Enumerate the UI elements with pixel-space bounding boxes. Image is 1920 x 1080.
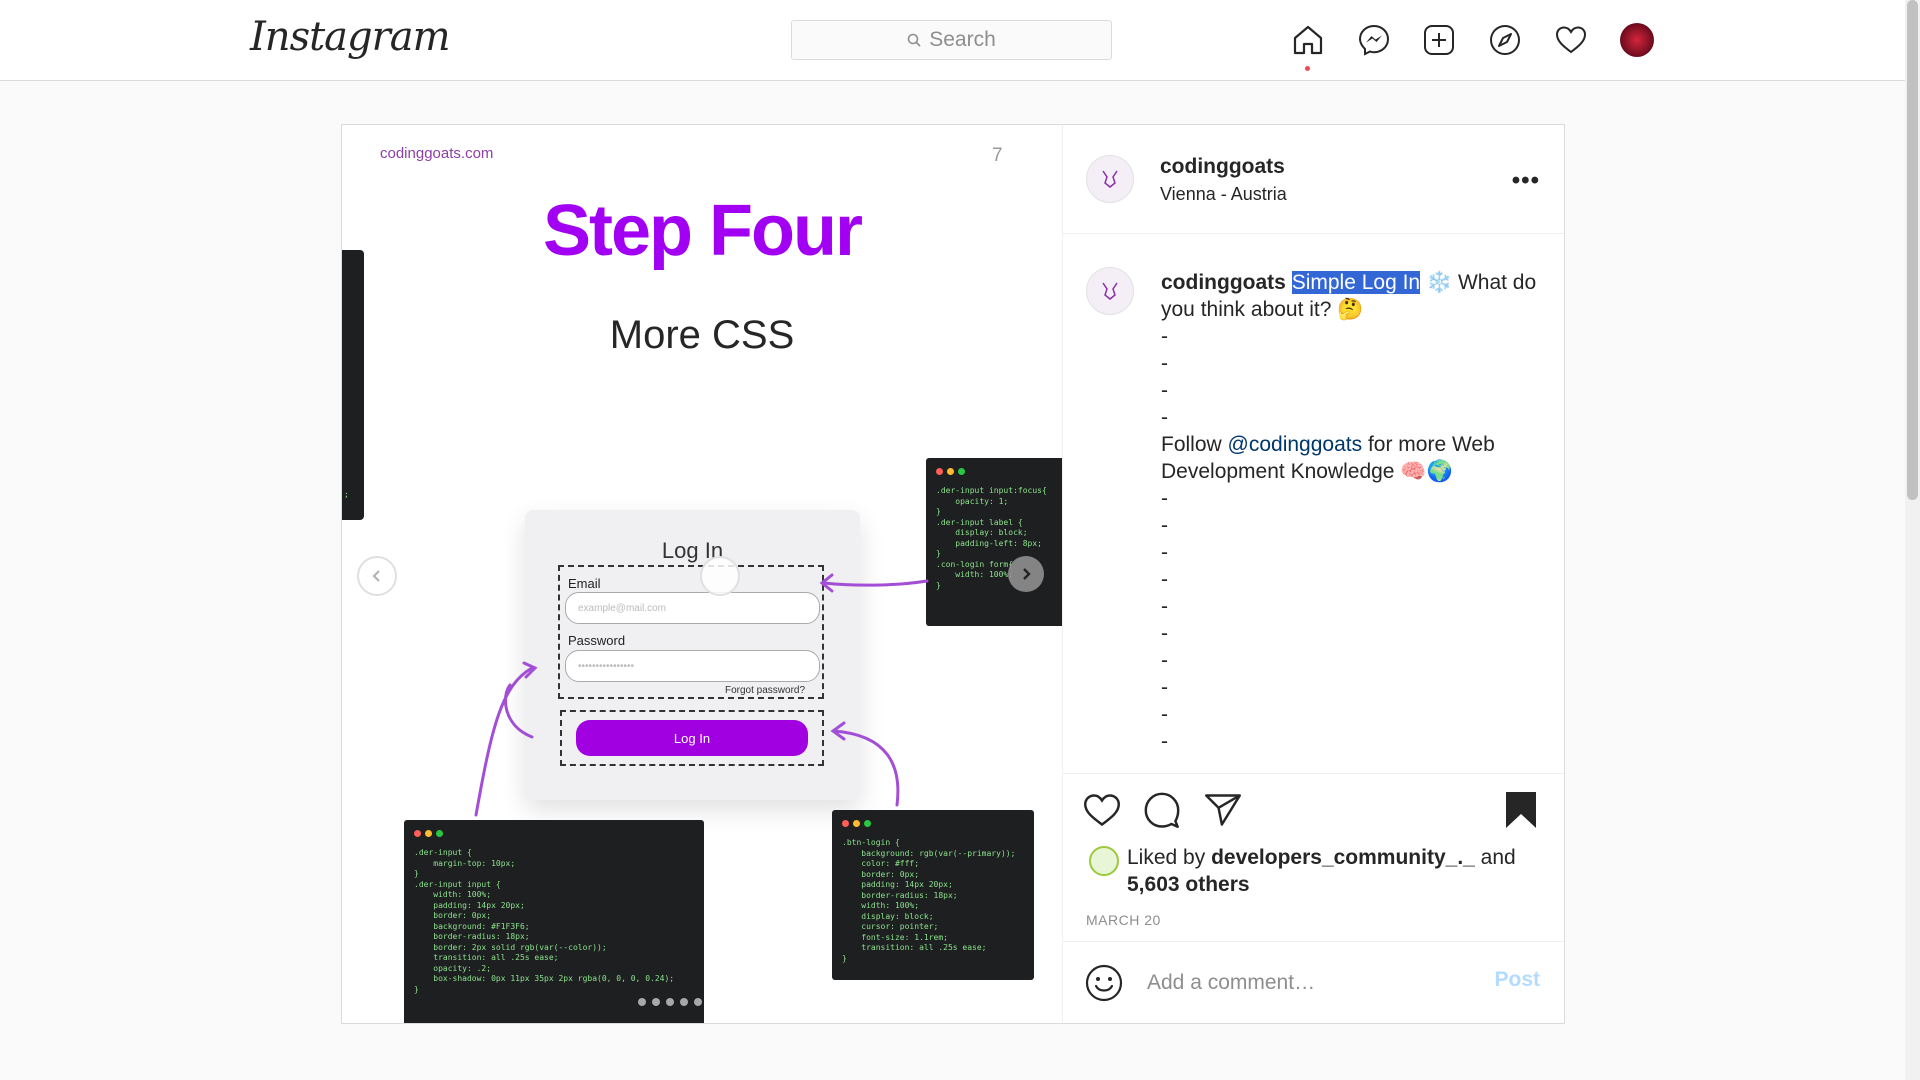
like-button[interactable] [1082,790,1122,830]
author-avatar[interactable] [1086,155,1134,203]
chevron-right-icon [1023,568,1031,580]
code-text: .der-input { margin-top: 10px; } .der-in… [414,848,675,994]
code-snippet-bottom-right: .btn-login { background: rgb(var(--prima… [832,810,1034,980]
chevron-left-icon [546,569,560,583]
caption-separator: - [1161,352,1168,375]
caption-author-avatar[interactable] [1086,267,1134,315]
post-caption: codinggoats Simple Log In ❄️ What do you… [1161,269,1541,755]
caption-separator: - [1161,406,1168,429]
caption-follow-line: Follow @codinggoats for more Web Develop… [1161,431,1541,485]
scrollbar-thumb[interactable] [1907,0,1918,500]
next-image-button[interactable] [1008,556,1044,592]
caption-separator: - [1161,595,1168,618]
heart-icon [1084,794,1120,827]
snowflake-emoji: ❄️ [1425,271,1453,294]
home-icon[interactable] [1290,22,1326,58]
comment-button[interactable] [1142,790,1182,830]
comment-input[interactable] [1145,966,1469,1000]
liker-avatar[interactable] [1089,846,1119,876]
post-sidebar: codinggoats Vienna - Austria ••• codingg… [1062,125,1564,1023]
previous-image-button[interactable] [357,556,397,596]
previous-image-button[interactable] [700,556,740,596]
post-location[interactable]: Vienna - Austria [1160,184,1287,205]
new-post-icon[interactable] [1421,22,1457,58]
likes-prefix: Liked by [1127,846,1212,869]
brain-globe-emoji: 🧠🌍 [1400,460,1453,483]
messenger-icon[interactable] [1356,22,1392,58]
top-navigation-bar: Instagram Search [0,0,1905,81]
follow-prefix: Follow [1161,433,1228,456]
search-placeholder: Search [929,28,996,51]
likes-middle: and [1474,846,1516,869]
home-active-indicator [1305,66,1310,71]
explore-icon[interactable] [1487,22,1523,58]
instagram-logo[interactable]: Instagram [250,14,451,60]
author-username[interactable]: codinggoats [1160,155,1285,179]
carousel-indicator [638,993,708,1011]
caption-separator: - [1161,541,1168,564]
send-icon [1205,794,1241,826]
code-text: .btn-login { background: rgb(var(--prima… [842,838,1016,963]
window-dots [842,820,875,831]
post-actions: Liked by developers_community_._ and 5,6… [1062,773,1564,944]
window-dots [414,830,447,841]
caption-separator: - [1161,514,1168,537]
goat-logo-icon [1102,170,1118,188]
goat-logo-icon [1102,282,1118,300]
caption-separator: - [1161,676,1168,699]
comment-icon [1144,792,1180,828]
post-media: codinggoats.com 7 Step Four More CSS ; .… [342,125,1063,1023]
caption-separator: - [1161,703,1168,726]
caption-separator: - [1161,487,1168,510]
mention-link[interactable]: @codinggoats [1228,433,1363,456]
thinking-emoji: 🤔 [1337,298,1364,321]
page-scrollbar[interactable] [1905,0,1920,1080]
caption-separator: - [1161,649,1168,672]
caption-separator: - [1161,568,1168,591]
caption-separator: - [1161,622,1168,645]
caption-separator: - [1161,325,1168,348]
likes-count-link[interactable]: 5,603 others [1127,873,1250,896]
caption-separator: - [1161,730,1168,753]
bookmark-filled-icon [1506,792,1536,828]
liker-username[interactable]: developers_community_._ [1211,846,1475,869]
chevron-left-icon [372,570,380,582]
post-comment-button[interactable]: Post [1494,968,1540,992]
profile-image [1620,23,1654,57]
emoji-icon[interactable] [1085,964,1123,1002]
caption-separator: - [1161,379,1168,402]
activity-heart-icon[interactable] [1553,22,1589,58]
profile-avatar[interactable] [1619,22,1655,58]
more-options-button[interactable]: ••• [1512,167,1540,195]
caption-author[interactable]: codinggoats [1161,271,1286,294]
save-button[interactable] [1501,790,1541,830]
search-icon [907,33,921,47]
likes-summary: Liked by developers_community_._ and 5,6… [1127,844,1547,898]
caption-highlight: Simple Log In [1291,271,1421,294]
post-header: codinggoats Vienna - Austria ••• [1062,125,1564,234]
add-comment-bar: Post [1062,941,1564,1024]
post-card: codinggoats.com 7 Step Four More CSS ; .… [341,124,1565,1024]
share-button[interactable] [1203,790,1243,830]
post-date[interactable]: MARCH 20 [1086,912,1161,928]
search-box[interactable]: Search [791,20,1112,60]
